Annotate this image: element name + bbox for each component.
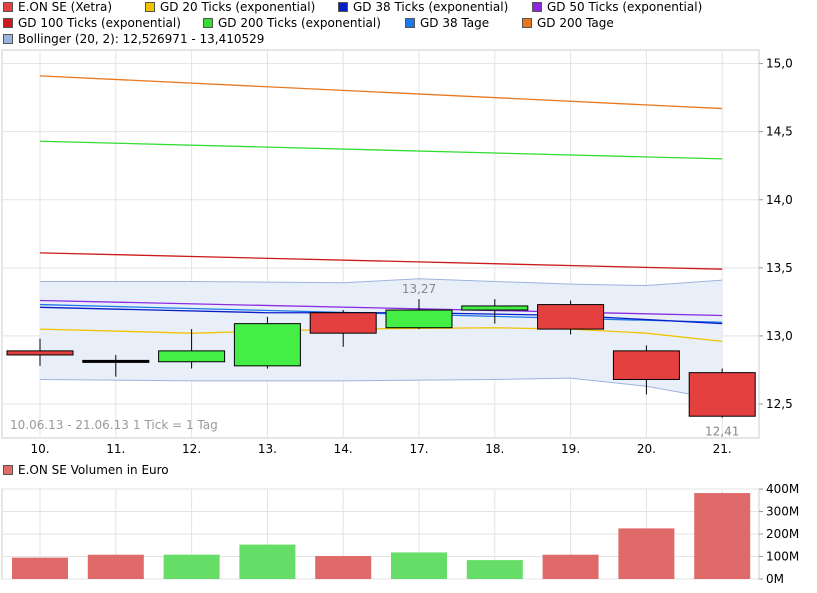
volume-title-text: E.ON SE Volumen in Euro (18, 463, 169, 477)
volume-bar (694, 493, 751, 579)
volume-bar (12, 557, 68, 579)
high-annotation: 13,27 (402, 282, 436, 296)
price-y-tick-label: 14,5 (766, 125, 793, 139)
volume-bar (87, 554, 144, 579)
candle-body (158, 350, 226, 363)
volume-y-tick-label: 200M (766, 527, 799, 541)
candle-body (6, 350, 74, 356)
candle-body (461, 305, 529, 311)
low-annotation: 12,41 (705, 425, 739, 439)
candle-body (309, 312, 377, 334)
volume-y-tick-label: 300M (766, 505, 799, 519)
price-y-tick-label: 15,0 (766, 57, 793, 71)
volume-bar (315, 556, 372, 579)
date-range-text: 10.06.13 - 21.06.13 (10, 418, 129, 432)
volume-bars (12, 493, 751, 579)
candle-body (233, 323, 301, 367)
volume-y-axis: 0M 100M 200M 300M 400M (759, 482, 799, 586)
volume-y-tick-label: 100M (766, 550, 799, 564)
price-x-tick-label: 10. (30, 442, 49, 456)
price-y-tick-label: 12,5 (766, 397, 793, 411)
volume-grid (2, 488, 759, 580)
volume-bar (163, 554, 220, 579)
price-x-axis: 10. 11. 12. 13. 14. 17. 18. 19. 20. 21. (30, 442, 731, 456)
price-y-tick-label: 13,5 (766, 261, 793, 275)
tick-info-text: 1 Tick = 1 Tag (133, 418, 218, 432)
price-x-tick-label: 18. (485, 442, 504, 456)
candle-body (612, 350, 680, 380)
volume-bar (466, 560, 523, 579)
price-x-tick-label: 19. (561, 442, 580, 456)
volume-swatch (3, 465, 13, 475)
volume-bar (618, 528, 675, 579)
candle-body (688, 372, 756, 417)
price-chart: 12,5 13,0 13,5 14,0 14,5 15,0 10. 11. 12. 13. 14.… (1, 49, 793, 456)
price-x-tick-label: 21. (713, 442, 732, 456)
price-y-tick-label: 14,0 (766, 193, 793, 207)
price-x-tick-label: 20. (637, 442, 656, 456)
price-y-tick-label: 13,0 (766, 329, 793, 343)
price-x-tick-label: 14. (334, 442, 353, 456)
price-x-tick-label: 17. (409, 442, 428, 456)
volume-y-tick-label: 400M (766, 482, 799, 496)
candle-body (82, 359, 150, 363)
volume-plot-area (1, 488, 760, 580)
volume-bar (391, 552, 447, 579)
volume-bar (542, 554, 599, 579)
price-x-tick-label: 12. (182, 442, 201, 456)
volume-title: E.ON SE Volumen in Euro (3, 463, 169, 477)
price-x-tick-label: 11. (106, 442, 125, 456)
candle-body (537, 304, 605, 330)
candle-body (385, 309, 453, 329)
volume-y-tick-label: 0M (766, 572, 784, 586)
volume-bar (239, 544, 296, 579)
price-y-axis: 12,5 13,0 13,5 14,0 14,5 15,0 (759, 57, 793, 411)
price-x-tick-label: 13. (258, 442, 277, 456)
